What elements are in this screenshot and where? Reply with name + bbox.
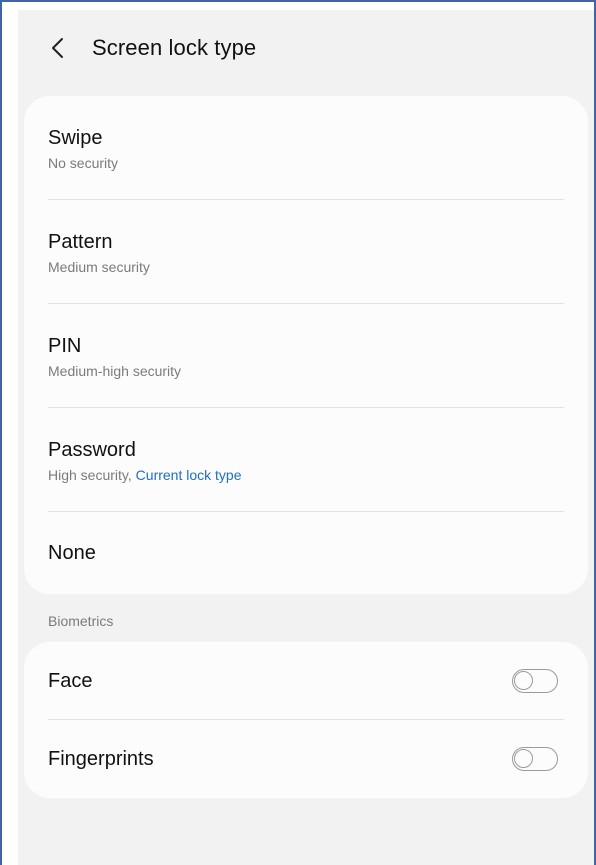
back-button[interactable] <box>38 28 78 68</box>
lock-option-pattern[interactable]: Pattern Medium security <box>24 200 588 304</box>
lock-option-subtitle: Medium-high security <box>48 363 182 379</box>
lock-option-label: PIN <box>48 335 82 357</box>
fingerprints-toggle[interactable] <box>512 747 558 771</box>
biometrics-section-header: Biometrics <box>48 613 114 629</box>
lock-option-label: None <box>48 542 96 564</box>
app-bar: Screen lock type <box>18 10 594 86</box>
lock-option-password[interactable]: Password High security, Current lock typ… <box>24 408 588 512</box>
security-level-text: High security, <box>48 467 136 483</box>
chevron-left-icon <box>52 38 63 58</box>
lock-option-swipe[interactable]: Swipe No security <box>24 96 588 200</box>
biometric-face-row[interactable]: Face <box>24 642 588 720</box>
biometric-label: Fingerprints <box>48 747 154 770</box>
page-title: Screen lock type <box>92 35 257 60</box>
lock-option-label: Password <box>48 439 136 461</box>
lock-option-subtitle: Medium security <box>48 259 150 275</box>
toggle-knob <box>514 749 533 768</box>
biometric-label: Face <box>48 669 93 692</box>
toggle-knob <box>514 671 533 690</box>
lock-option-label: Swipe <box>48 127 103 149</box>
lock-option-pin[interactable]: PIN Medium-high security <box>24 304 588 408</box>
settings-screen: Screen lock type Swipe No security Patte… <box>18 10 594 865</box>
biometric-fingerprints-row[interactable]: Fingerprints <box>24 720 588 798</box>
lock-option-none[interactable]: None <box>24 512 588 594</box>
biometrics-list: Face Fingerprints <box>24 642 588 798</box>
face-toggle[interactable] <box>512 669 558 693</box>
lock-type-list: Swipe No security Pattern Medium securit… <box>24 96 588 594</box>
current-lock-type-badge: Current lock type <box>135 467 242 483</box>
lock-option-label: Pattern <box>48 231 113 253</box>
lock-option-subtitle: High security, Current lock type <box>48 466 564 484</box>
lock-option-subtitle: No security <box>48 155 119 171</box>
